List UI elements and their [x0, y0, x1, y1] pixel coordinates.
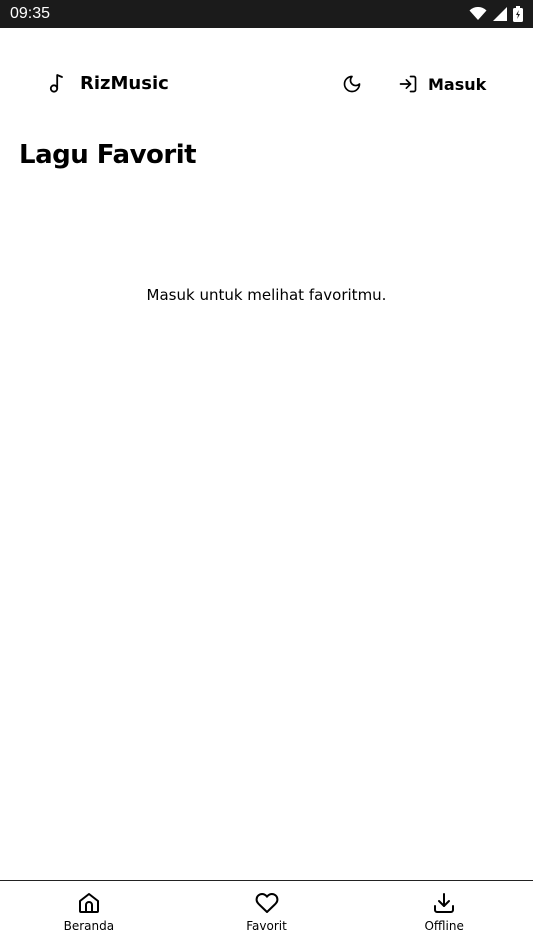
battery-icon — [513, 6, 523, 22]
app-header: RizMusic Masuk — [0, 28, 533, 138]
nav-label-favorit: Favorit — [246, 919, 287, 933]
nav-label-beranda: Beranda — [63, 919, 115, 933]
nav-label-offline: Offline — [424, 919, 464, 933]
nav-item-beranda[interactable]: Beranda — [0, 881, 178, 944]
moon-icon — [342, 74, 362, 94]
login-arrow-icon — [398, 74, 418, 94]
page-title: Lagu Favorit — [19, 140, 197, 170]
login-button[interactable]: Masuk — [398, 71, 486, 97]
theme-toggle-button[interactable] — [340, 72, 364, 96]
nav-item-favorit[interactable]: Favorit — [178, 881, 356, 944]
nav-item-offline[interactable]: Offline — [355, 881, 533, 944]
brand-name: RizMusic — [80, 72, 169, 94]
music-note-icon — [48, 72, 66, 94]
signal-icon — [492, 7, 508, 21]
status-time: 09:35 — [10, 5, 51, 22]
download-icon — [432, 891, 456, 915]
home-icon — [77, 891, 101, 915]
bottom-nav: Beranda Favorit Offline — [0, 880, 533, 944]
heart-icon — [255, 891, 279, 915]
wifi-icon — [469, 7, 487, 21]
status-bar: 09:35 — [0, 0, 533, 28]
empty-state-message: Masuk untuk melihat favoritmu. — [146, 286, 387, 304]
brand[interactable]: RizMusic — [48, 72, 169, 94]
login-label: Masuk — [428, 74, 487, 94]
status-icons — [469, 6, 523, 22]
